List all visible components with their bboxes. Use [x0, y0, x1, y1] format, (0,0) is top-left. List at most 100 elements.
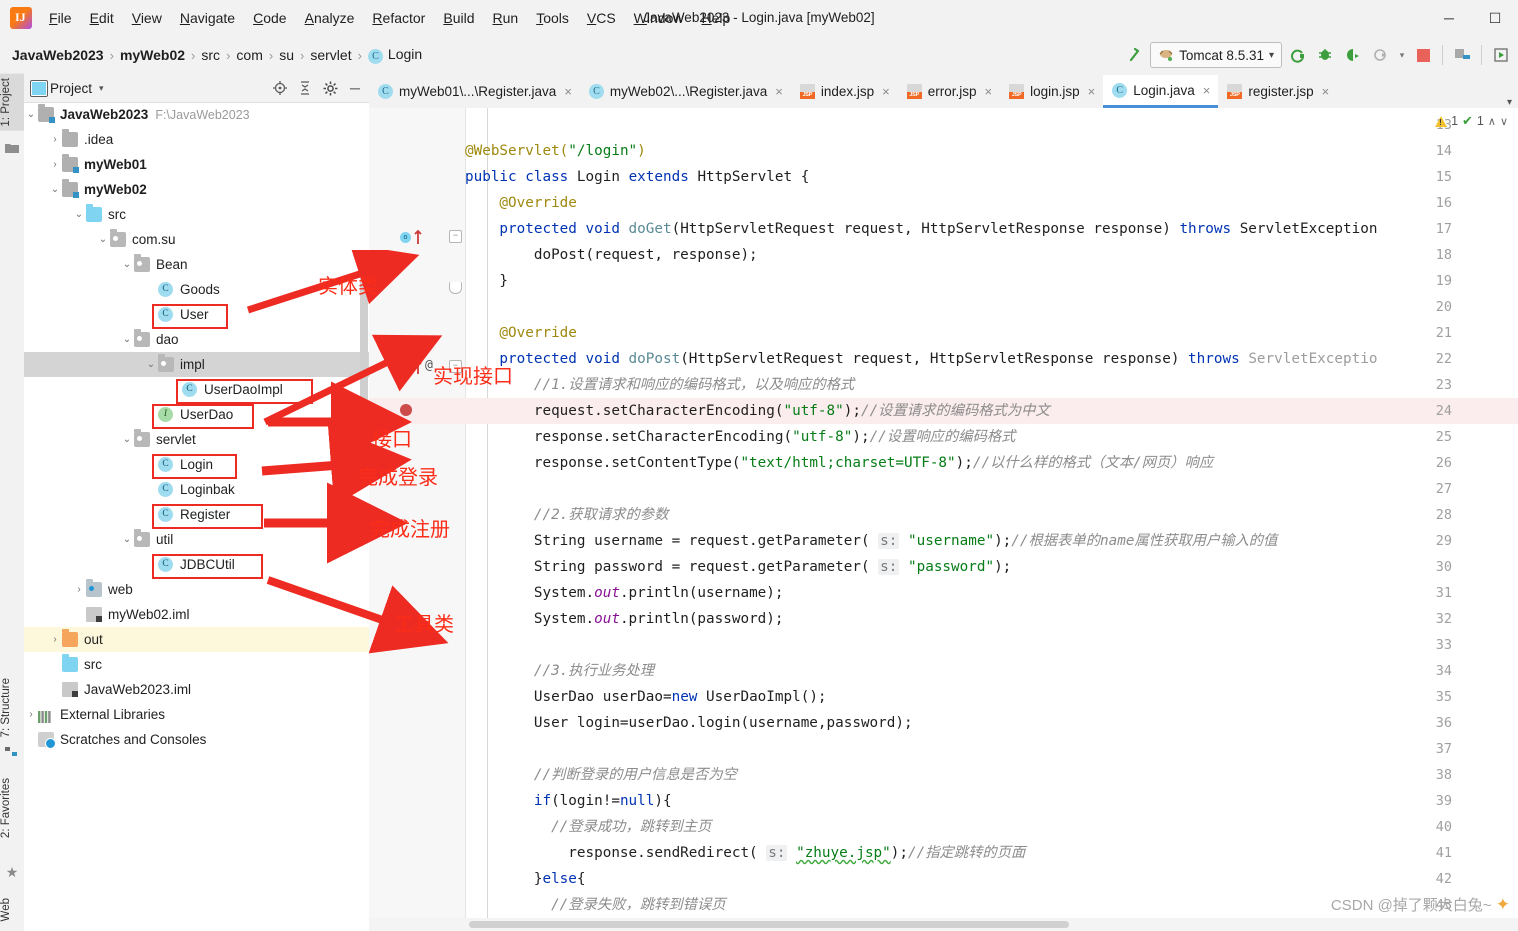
tree-item-user[interactable]: C User — [24, 302, 369, 327]
minimize-button[interactable]: ─ — [1426, 0, 1472, 36]
breadcrumb-item-su[interactable]: su — [275, 47, 298, 63]
override-gutter-icon-2[interactable]: o — [400, 362, 411, 373]
menu-item-window[interactable]: Window — [625, 0, 693, 36]
tool-tab-structure[interactable]: 7: Structure — [0, 674, 24, 741]
tree-item-external-libraries[interactable]: › External Libraries — [24, 702, 369, 727]
maximize-button[interactable]: ☐ — [1472, 0, 1518, 36]
tree-item--idea[interactable]: › .idea — [24, 127, 369, 152]
breakpoint-icon[interactable] — [400, 404, 412, 416]
close-icon[interactable]: × — [564, 84, 572, 99]
tree-item-userdao[interactable]: I UserDao — [24, 402, 369, 427]
chevron-down-icon[interactable]: ⌄ — [97, 227, 109, 252]
run-configuration-selector[interactable]: Tomcat 8.5.31 ▾ — [1150, 42, 1282, 68]
menu-item-vcs[interactable]: VCS — [578, 0, 625, 36]
close-icon[interactable]: × — [775, 84, 783, 99]
project-tree[interactable]: ⌄ JavaWeb2023 F:\JavaWeb2023 › .idea › myWeb01… — [24, 102, 369, 931]
tree-item-impl[interactable]: ⌄ impl — [24, 352, 369, 377]
close-icon[interactable]: × — [1322, 84, 1330, 99]
menu-item-refactor[interactable]: Refactor — [363, 0, 434, 36]
chevron-down-icon[interactable]: ▾ — [1501, 97, 1518, 108]
tree-item-scratches-and-consoles[interactable]: Scratches and Consoles — [24, 727, 369, 752]
chevron-down-icon[interactable]: ⌄ — [25, 102, 37, 127]
breadcrumb-item-javaweb2023[interactable]: JavaWeb2023 — [8, 47, 108, 63]
chevron-right-icon[interactable]: › — [49, 627, 61, 652]
fold-marker[interactable]: − — [449, 230, 462, 243]
tree-item-src[interactable]: src — [24, 652, 369, 677]
tree-item-servlet[interactable]: ⌄ servlet — [24, 427, 369, 452]
chevron-down-icon[interactable]: ⌄ — [121, 327, 133, 352]
menu-item-analyze[interactable]: Analyze — [296, 0, 364, 36]
menu-item-build[interactable]: Build — [434, 0, 483, 36]
annotation-gutter-icon[interactable]: @ — [425, 358, 433, 373]
editor-tab-myweb01-...-register.java[interactable]: CmyWeb01\...\Register.java × — [369, 75, 580, 108]
chevron-down-icon[interactable]: ⌄ — [49, 177, 61, 202]
tree-item-myweb02[interactable]: ⌄ myWeb02 — [24, 177, 369, 202]
caret-down-icon[interactable]: ∨ — [1500, 115, 1508, 128]
chevron-down-icon[interactable]: ▾ — [1269, 50, 1274, 61]
editor-tab-index.jsp[interactable]: JSP index.jsp × — [791, 75, 898, 108]
tree-item-src[interactable]: ⌄ src — [24, 202, 369, 227]
menu-item-run[interactable]: Run — [483, 0, 527, 36]
chevron-right-icon[interactable]: › — [25, 702, 37, 727]
tree-item-loginbak[interactable]: C Loginbak — [24, 477, 369, 502]
menu-item-file[interactable]: File — [40, 0, 81, 36]
menu-item-edit[interactable]: Edit — [81, 0, 123, 36]
collapse-all-icon[interactable] — [297, 80, 313, 96]
breadcrumb-item-com[interactable]: com — [232, 47, 266, 63]
editor-tab-register.jsp[interactable]: JSP register.jsp × — [1218, 75, 1337, 108]
tree-item-register[interactable]: C Register — [24, 502, 369, 527]
breadcrumb-item-servlet[interactable]: servlet — [306, 47, 355, 63]
editor-tab-error.jsp[interactable]: JSP error.jsp × — [898, 75, 1000, 108]
menu-item-code[interactable]: Code — [244, 0, 295, 36]
chevron-right-icon[interactable]: › — [73, 577, 85, 602]
override-gutter-icon[interactable]: o — [400, 232, 411, 243]
tool-tab-favorites[interactable]: 2: Favorites — [0, 774, 24, 842]
tree-item-out[interactable]: › out — [24, 627, 369, 652]
chevron-down-icon[interactable]: ⌄ — [121, 252, 133, 277]
tree-item-jdbcutil[interactable]: C JDBCUtil — [24, 552, 369, 577]
tool-tab-project[interactable]: 1: Project — [0, 74, 24, 131]
breadcrumb-item-src[interactable]: src — [197, 47, 224, 63]
code-text[interactable]: @WebServlet("/login") public class Login … — [465, 108, 1518, 931]
chevron-down-icon[interactable]: ⌄ — [121, 527, 133, 552]
tree-item-dao[interactable]: ⌄ dao — [24, 327, 369, 352]
chevron-down-icon[interactable]: ▾ — [99, 83, 104, 94]
build-hammer-icon[interactable] — [1122, 42, 1148, 68]
tree-item-myweb02-iml[interactable]: myWeb02.iml — [24, 602, 369, 627]
hide-panel-icon[interactable]: ─ — [347, 80, 363, 96]
close-icon[interactable]: × — [1088, 84, 1096, 99]
menu-item-help[interactable]: Help — [692, 0, 739, 36]
settings-gear-icon[interactable] — [322, 80, 338, 96]
editor-tab-myweb02-...-register.java[interactable]: CmyWeb02\...\Register.java × — [580, 75, 791, 108]
breadcrumb-item-myweb02[interactable]: myWeb02 — [116, 47, 189, 63]
project-structure-icon[interactable] — [1449, 42, 1475, 68]
chevron-right-icon[interactable]: › — [49, 152, 61, 177]
tree-item-web[interactable]: › web — [24, 577, 369, 602]
chevron-down-icon[interactable]: ⌄ — [145, 352, 157, 377]
editor-tab-login.jsp[interactable]: JSP login.jsp × — [1000, 75, 1103, 108]
tree-item-javaweb2023[interactable]: ⌄ JavaWeb2023 F:\JavaWeb2023 — [24, 102, 369, 127]
stop-icon[interactable] — [1410, 42, 1436, 68]
chevron-down-icon[interactable]: ⌄ — [121, 427, 133, 452]
breadcrumb-item-login[interactable]: C Login — [364, 46, 426, 64]
tree-item-myweb01[interactable]: › myWeb01 — [24, 152, 369, 177]
debug-icon[interactable] — [1312, 42, 1338, 68]
close-icon[interactable]: × — [985, 84, 993, 99]
run-with-coverage-icon[interactable] — [1340, 42, 1366, 68]
inspection-summary[interactable]: 1 ✔ 1 ∧ ∨ — [1435, 113, 1508, 129]
profiler-icon[interactable] — [1368, 42, 1394, 68]
tree-item-login[interactable]: C Login — [24, 452, 369, 477]
run-icon[interactable] — [1284, 42, 1310, 68]
tree-item-userdaoimpl[interactable]: C UserDaoImpl — [24, 377, 369, 402]
menu-item-tools[interactable]: Tools — [527, 0, 578, 36]
chevron-down-icon[interactable]: ⌄ — [73, 202, 85, 227]
tree-item-com-su[interactable]: ⌄ com.su — [24, 227, 369, 252]
close-icon[interactable]: × — [882, 84, 890, 99]
locate-target-icon[interactable] — [272, 80, 288, 96]
menu-item-view[interactable]: View — [123, 0, 171, 36]
chevron-right-icon[interactable]: › — [49, 127, 61, 152]
tree-item-util[interactable]: ⌄ util — [24, 527, 369, 552]
menu-item-navigate[interactable]: Navigate — [171, 0, 244, 36]
tree-item-javaweb2023-iml[interactable]: JavaWeb2023.iml — [24, 677, 369, 702]
chevron-down-icon[interactable]: ▾ — [1396, 42, 1408, 68]
